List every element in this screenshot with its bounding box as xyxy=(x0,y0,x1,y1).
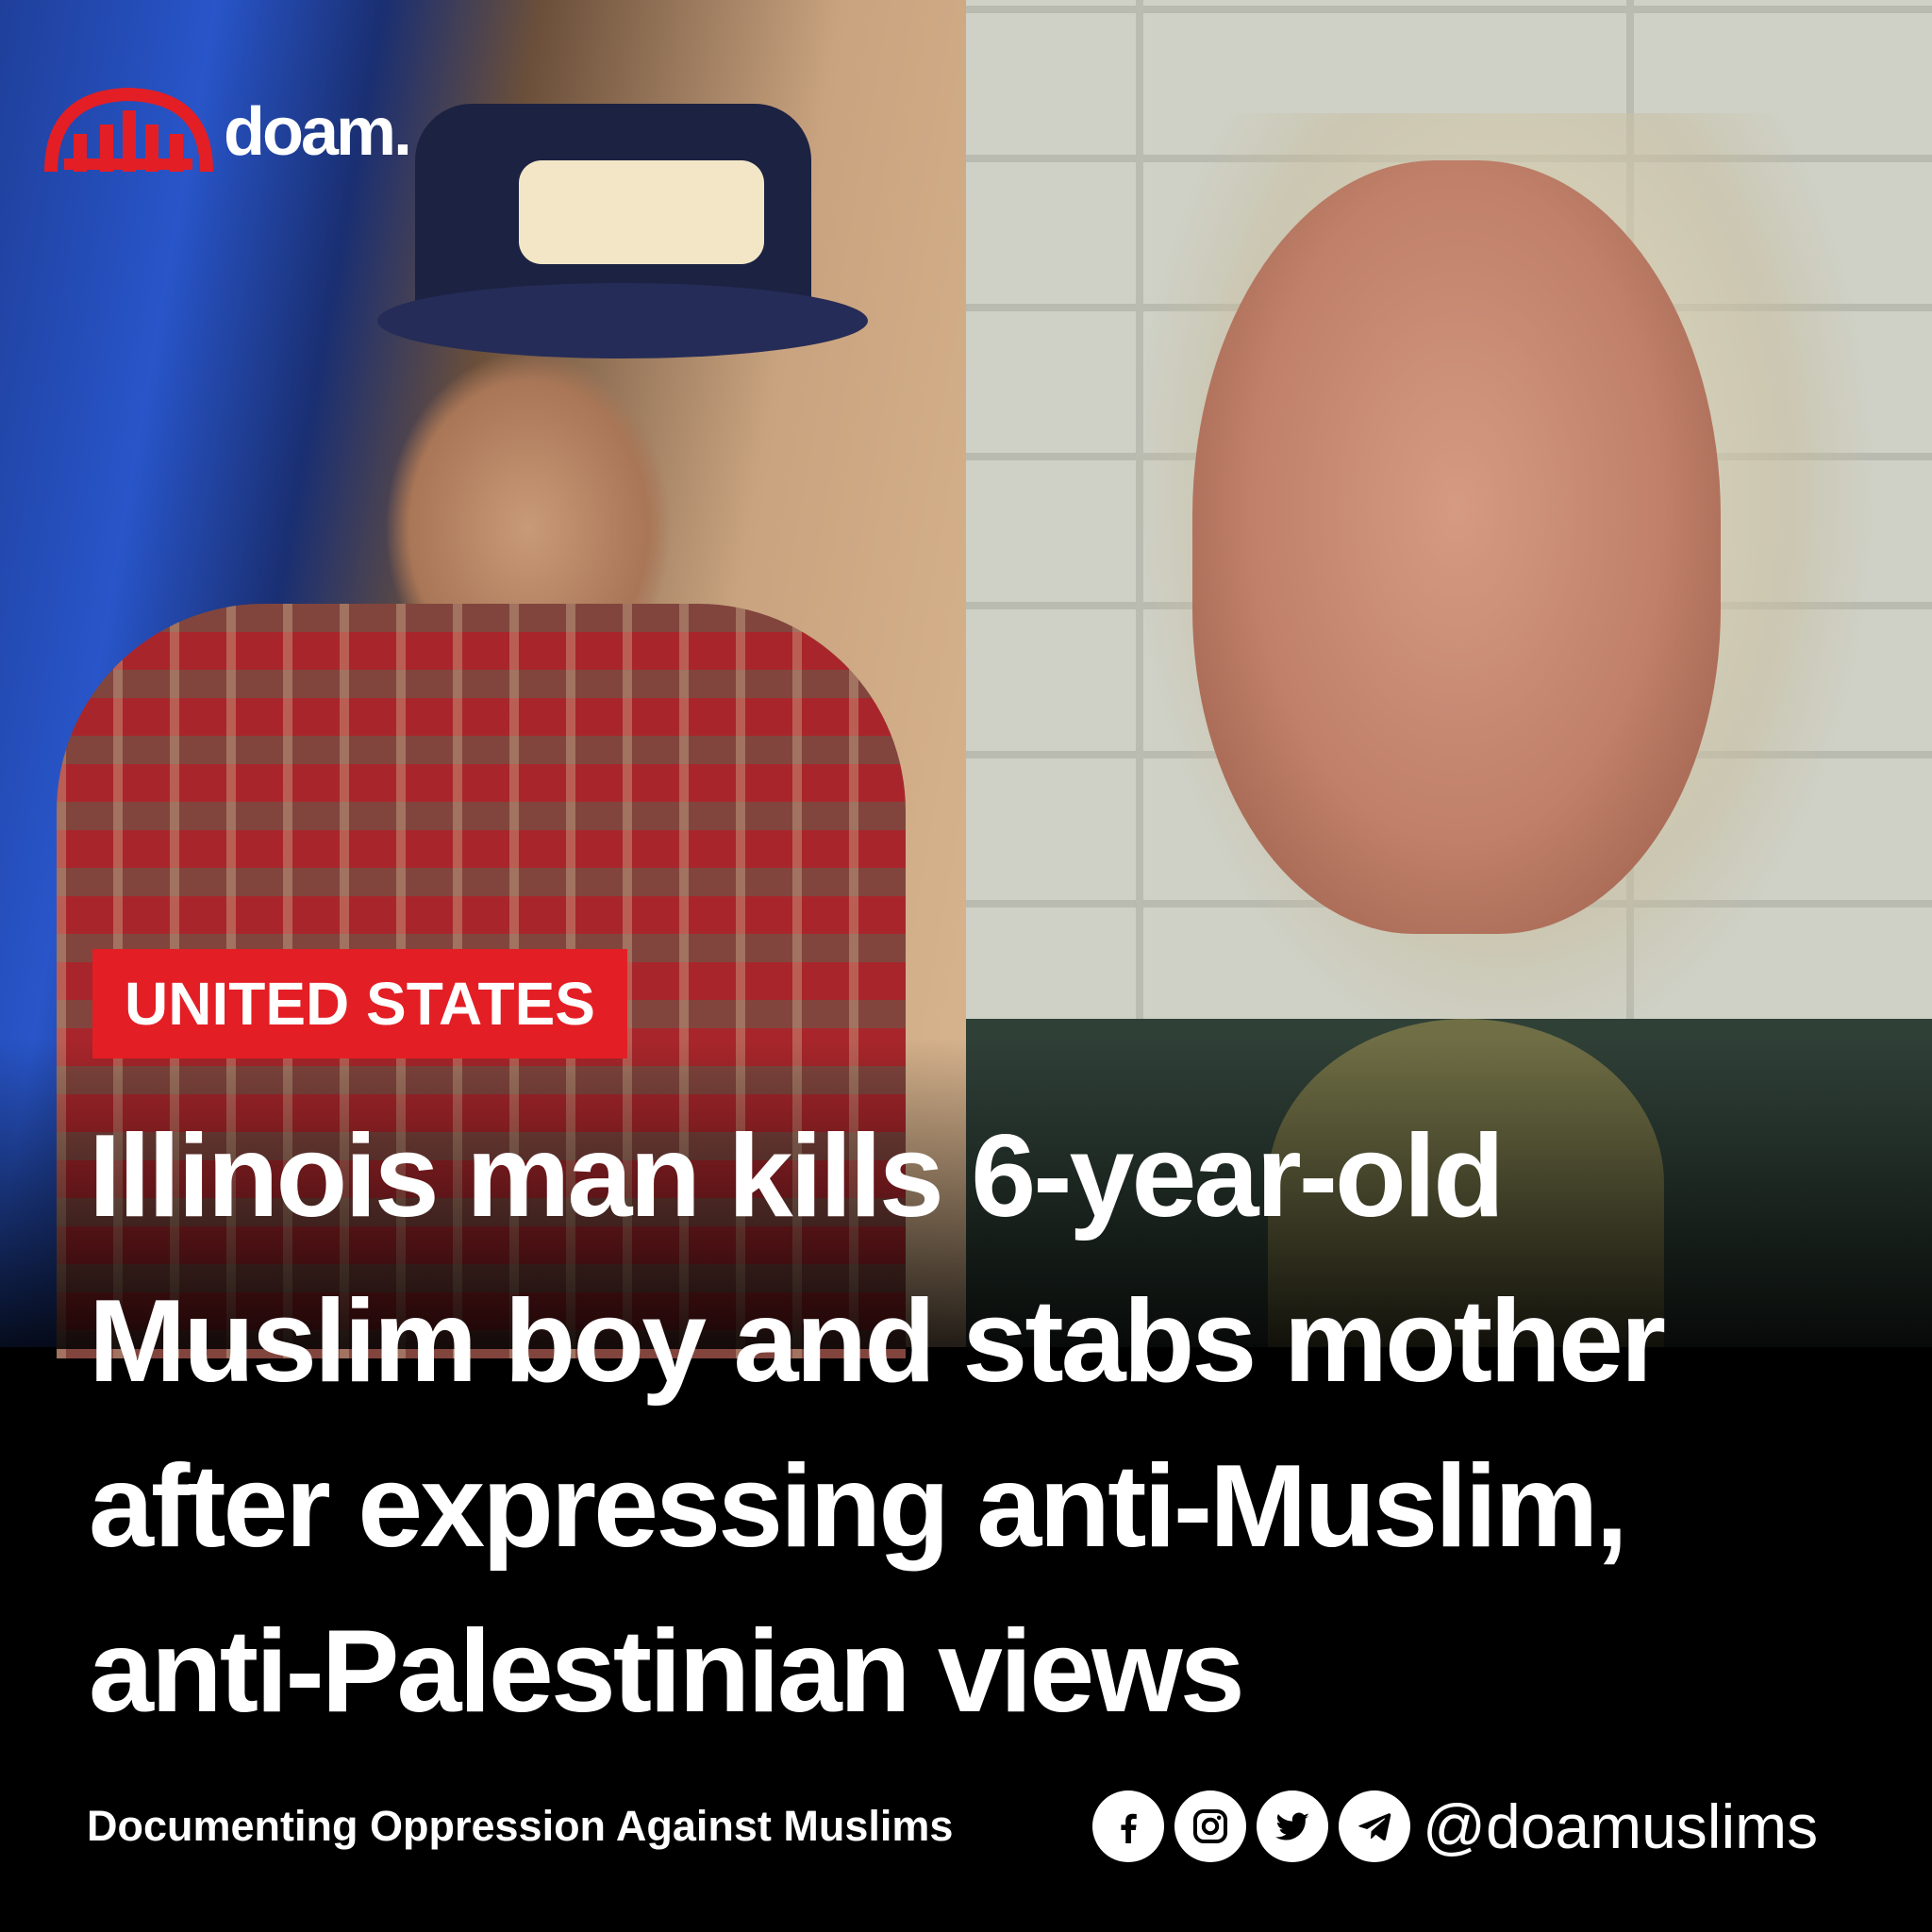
instagram-icon[interactable] xyxy=(1174,1790,1246,1862)
social-handle[interactable]: @doamuslims xyxy=(1423,1789,1818,1864)
headline: Illinois man kills 6-year-old Muslim boy… xyxy=(89,1094,1881,1755)
headline-line: Muslim boy and stabs mother xyxy=(89,1276,1666,1407)
logo-text: doam. xyxy=(224,93,412,170)
social-bar: @doamuslims xyxy=(1092,1789,1818,1864)
doam-logo-icon xyxy=(44,87,213,173)
brand-logo: doam. xyxy=(42,87,412,176)
footer-tagline: Documenting Oppression Against Muslims xyxy=(87,1802,954,1850)
headline-line: anti-Palestinian views xyxy=(89,1607,1245,1737)
twitter-icon[interactable] xyxy=(1257,1790,1328,1862)
face xyxy=(1192,160,1721,934)
hat-band xyxy=(519,160,764,264)
headline-line: after expressing anti-Muslim, xyxy=(89,1441,1628,1572)
telegram-icon[interactable] xyxy=(1339,1790,1410,1862)
hat-brim xyxy=(377,283,868,358)
headline-line: Illinois man kills 6-year-old xyxy=(89,1111,1505,1241)
facebook-icon[interactable] xyxy=(1092,1790,1164,1862)
region-tag: UNITED STATES xyxy=(92,949,627,1058)
